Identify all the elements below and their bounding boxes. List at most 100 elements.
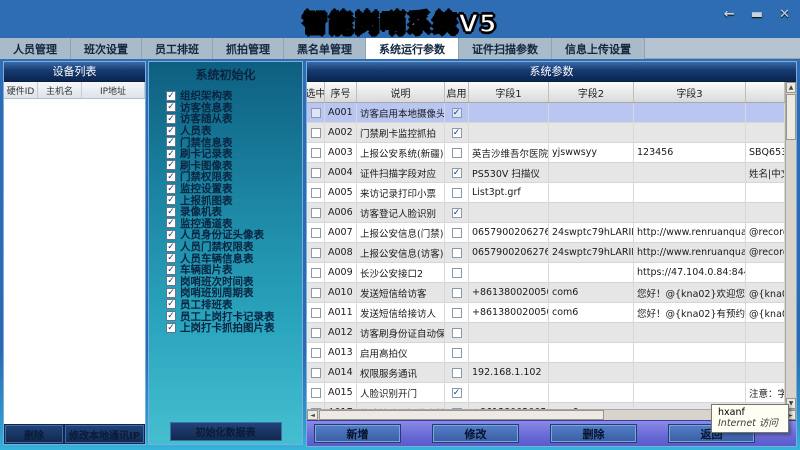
row-select-cell[interactable] bbox=[307, 283, 325, 302]
init-table-item[interactable]: ✓车辆图片表 bbox=[166, 264, 302, 276]
row-select-checkbox-icon[interactable] bbox=[311, 228, 321, 238]
row-select-checkbox-icon[interactable] bbox=[311, 328, 321, 338]
table-row[interactable]: A014权限服务通讯192.168.1.102 bbox=[307, 363, 785, 383]
device-button-1[interactable]: 删除 bbox=[5, 425, 63, 443]
tab-3[interactable]: 员工排班 bbox=[142, 38, 213, 59]
enabled-checkbox-icon[interactable] bbox=[452, 348, 462, 358]
tab-7[interactable]: 证件扫描参数 bbox=[459, 38, 552, 59]
init-table-item[interactable]: ✓门禁权限表 bbox=[166, 171, 302, 183]
row-enabled-cell[interactable] bbox=[445, 363, 469, 382]
checkbox-icon[interactable]: ✓ bbox=[166, 323, 176, 333]
table-row[interactable]: A011发送短信给接访人+8613800200500com6您好！@{kna02… bbox=[307, 303, 785, 323]
scroll-left-icon[interactable]: ◄ bbox=[307, 410, 318, 420]
table-row[interactable]: A003上报公安系统(新疆)英吉沙维吾尔医院yjswwsyy123456SBQ6… bbox=[307, 143, 785, 163]
checkbox-icon[interactable]: ✓ bbox=[166, 230, 176, 240]
tab-5[interactable]: 黑名单管理 bbox=[284, 38, 366, 59]
scroll-up-icon[interactable]: ▲ bbox=[786, 82, 796, 93]
tab-2[interactable]: 班次设置 bbox=[71, 38, 142, 59]
row-select-cell[interactable] bbox=[307, 363, 325, 382]
table-row[interactable]: A009长沙公安接口2https://47.104.0.84:8443/crp bbox=[307, 263, 785, 283]
tab-8[interactable]: 信息上传设置 bbox=[552, 38, 645, 59]
row-select-checkbox-icon[interactable] bbox=[311, 188, 321, 198]
row-enabled-cell[interactable]: ✓ bbox=[445, 203, 469, 222]
init-table-item[interactable]: ✓岗哨班次时间表 bbox=[166, 276, 302, 288]
enabled-checkbox-icon[interactable] bbox=[452, 148, 462, 158]
delete-button[interactable]: 删除 bbox=[550, 424, 637, 443]
row-select-checkbox-icon[interactable] bbox=[311, 148, 321, 158]
checkbox-icon[interactable]: ✓ bbox=[166, 288, 176, 298]
enabled-checkbox-icon[interactable] bbox=[452, 188, 462, 198]
row-select-checkbox-icon[interactable] bbox=[311, 248, 321, 258]
close-icon[interactable]: ✕ bbox=[779, 7, 790, 22]
enabled-checkbox-icon[interactable] bbox=[452, 368, 462, 378]
init-table-item[interactable]: ✓员工排班表 bbox=[166, 299, 302, 311]
modify-button[interactable]: 修改 bbox=[432, 424, 519, 443]
checkbox-icon[interactable]: ✓ bbox=[166, 207, 176, 217]
row-select-cell[interactable] bbox=[307, 183, 325, 202]
init-table-item[interactable]: ✓刷卡图像表 bbox=[166, 160, 302, 172]
vertical-scroll-thumb[interactable] bbox=[786, 94, 796, 140]
minimize-icon[interactable]: ▬ bbox=[751, 7, 763, 22]
table-row[interactable]: A012访客刷身份证自动保存 bbox=[307, 323, 785, 343]
checkbox-icon[interactable]: ✓ bbox=[166, 299, 176, 309]
init-table-item[interactable]: ✓人员门禁权限表 bbox=[166, 241, 302, 253]
row-enabled-cell[interactable] bbox=[445, 263, 469, 282]
checkbox-icon[interactable]: ✓ bbox=[166, 195, 176, 205]
table-row[interactable]: A002门禁刷卡监控抓拍✓ bbox=[307, 123, 785, 143]
enabled-checkbox-icon[interactable] bbox=[452, 228, 462, 238]
checkbox-icon[interactable]: ✓ bbox=[166, 276, 176, 286]
enabled-checkbox-icon[interactable]: ✓ bbox=[452, 388, 462, 398]
row-enabled-cell[interactable] bbox=[445, 223, 469, 242]
row-select-checkbox-icon[interactable] bbox=[311, 128, 321, 138]
add-button[interactable]: 新增 bbox=[314, 424, 401, 443]
table-row[interactable]: A015人脸识别开门✓注意：字段05为... bbox=[307, 383, 785, 403]
row-select-cell[interactable] bbox=[307, 243, 325, 262]
row-select-cell[interactable] bbox=[307, 303, 325, 322]
table-row[interactable]: A013启用高拍仪 bbox=[307, 343, 785, 363]
tab-1[interactable]: 人员管理 bbox=[0, 38, 71, 59]
checkbox-icon[interactable]: ✓ bbox=[166, 149, 176, 159]
row-select-checkbox-icon[interactable] bbox=[311, 388, 321, 398]
init-table-item[interactable]: ✓刷卡记录表 bbox=[166, 148, 302, 160]
row-select-checkbox-icon[interactable] bbox=[311, 168, 321, 178]
table-row[interactable]: A008上报公安信息(访客)06579002062764224swptc79hL… bbox=[307, 243, 785, 263]
device-button-2[interactable]: 修改本地通讯IP bbox=[65, 425, 144, 443]
row-select-checkbox-icon[interactable] bbox=[311, 348, 321, 358]
row-enabled-cell[interactable] bbox=[445, 143, 469, 162]
enabled-checkbox-icon[interactable]: ✓ bbox=[452, 168, 462, 178]
row-enabled-cell[interactable]: ✓ bbox=[445, 123, 469, 142]
init-table-item[interactable]: ✓员工上岗打卡记录表 bbox=[166, 310, 302, 322]
init-table-item[interactable]: ✓组织架构表 bbox=[166, 90, 302, 102]
checkbox-icon[interactable]: ✓ bbox=[166, 126, 176, 136]
table-row[interactable]: A005来访记录打印小票List3pt.grf bbox=[307, 183, 785, 203]
checkbox-icon[interactable]: ✓ bbox=[166, 160, 176, 170]
init-table-item[interactable]: ✓门禁信息表 bbox=[166, 136, 302, 148]
init-table-item[interactable]: ✓访客随从表 bbox=[166, 113, 302, 125]
checkbox-icon[interactable]: ✓ bbox=[166, 114, 176, 124]
checkbox-icon[interactable]: ✓ bbox=[166, 91, 176, 101]
row-select-cell[interactable] bbox=[307, 223, 325, 242]
enabled-checkbox-icon[interactable] bbox=[452, 328, 462, 338]
table-row[interactable]: A004证件扫描字段对应✓PS530V 扫描仪姓名|中文姓名,... bbox=[307, 163, 785, 183]
back-icon[interactable]: ← bbox=[724, 7, 735, 22]
row-select-checkbox-icon[interactable] bbox=[311, 108, 321, 118]
table-row[interactable]: A001访客启用本地摄像头抓拍✓ bbox=[307, 103, 785, 123]
init-table-item[interactable]: ✓人员表 bbox=[166, 125, 302, 137]
checkbox-icon[interactable]: ✓ bbox=[166, 172, 176, 182]
init-table-item[interactable]: ✓访客信息表 bbox=[166, 102, 302, 114]
row-enabled-cell[interactable] bbox=[445, 343, 469, 362]
checkbox-icon[interactable]: ✓ bbox=[166, 311, 176, 321]
vertical-scrollbar[interactable]: ▲ ▼ bbox=[785, 82, 796, 409]
table-row[interactable]: A010发送短信给访客+8613800200500com6您好！@{kna02}… bbox=[307, 283, 785, 303]
row-select-checkbox-icon[interactable] bbox=[311, 288, 321, 298]
init-tables-button[interactable]: 初始化数据表 bbox=[170, 422, 282, 441]
checkbox-icon[interactable]: ✓ bbox=[166, 184, 176, 194]
enabled-checkbox-icon[interactable]: ✓ bbox=[452, 208, 462, 218]
enabled-checkbox-icon[interactable] bbox=[452, 268, 462, 278]
table-row[interactable]: A007上报公安信息(门禁)06579002062764224swptc79hL… bbox=[307, 223, 785, 243]
row-enabled-cell[interactable]: ✓ bbox=[445, 383, 469, 402]
row-enabled-cell[interactable]: ✓ bbox=[445, 163, 469, 182]
init-table-item[interactable]: ✓人员车辆信息表 bbox=[166, 252, 302, 264]
row-enabled-cell[interactable] bbox=[445, 283, 469, 302]
tab-6[interactable]: 系统运行参数 bbox=[366, 38, 459, 59]
